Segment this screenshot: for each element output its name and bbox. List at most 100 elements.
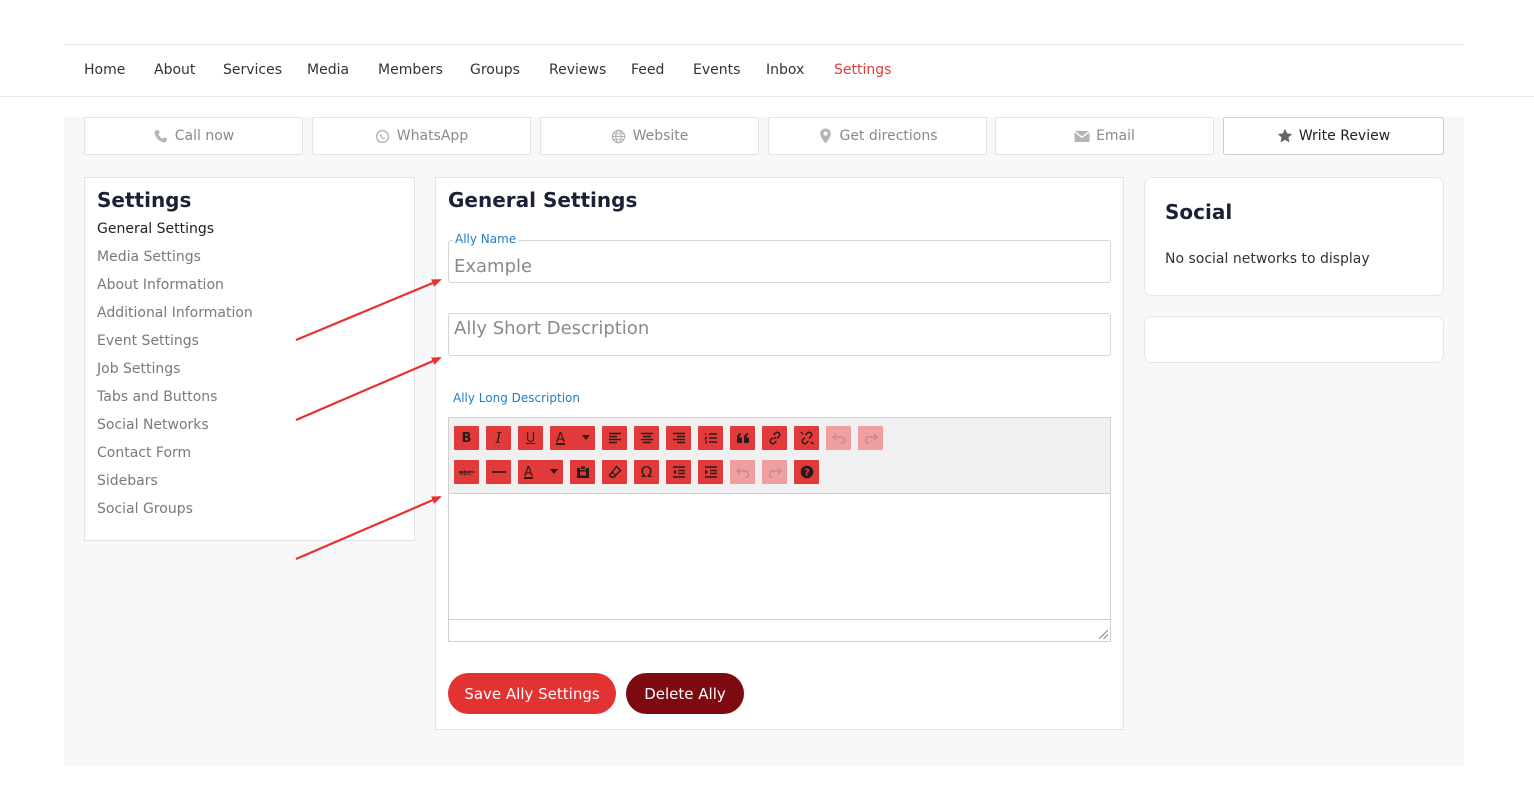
unlink-icon [799, 431, 814, 445]
ally-short-description-input[interactable] [449, 314, 1110, 355]
ally-long-description-label: Ally Long Description [453, 391, 580, 405]
align-center-icon [640, 432, 653, 444]
italic-icon: I [495, 429, 502, 447]
redo-icon [768, 467, 782, 478]
sidebar-item-social-networks[interactable]: Social Networks [97, 417, 209, 433]
insert-link-button[interactable] [762, 426, 787, 450]
globe-icon [611, 128, 627, 144]
text-color-button[interactable]: A [550, 426, 595, 450]
nav-services[interactable]: Services [223, 45, 282, 96]
redo-button-2[interactable] [762, 460, 787, 484]
email-button[interactable]: Email [995, 117, 1214, 155]
general-settings-panel: General Settings Ally Name Ally Long Des… [435, 177, 1124, 730]
chevron-down-icon [550, 469, 558, 474]
star-icon [1277, 128, 1293, 144]
sidebar-item-tabs-and-buttons[interactable]: Tabs and Buttons [97, 389, 217, 405]
blockquote-button[interactable] [730, 426, 755, 450]
align-left-icon [608, 432, 621, 444]
paste-text-button[interactable] [570, 460, 595, 484]
link-icon [769, 431, 780, 445]
align-right-icon [672, 432, 685, 444]
underline-button[interactable]: U [518, 426, 543, 450]
nav-home[interactable]: Home [84, 45, 125, 96]
map-pin-icon [817, 128, 833, 144]
align-left-button[interactable] [602, 426, 627, 450]
ally-name-input[interactable] [449, 241, 1110, 282]
nav-groups[interactable]: Groups [470, 45, 520, 96]
sidebar-item-contact-form[interactable]: Contact Form [97, 445, 191, 461]
remove-link-button[interactable] [794, 426, 819, 450]
italic-button[interactable]: I [486, 426, 511, 450]
sidebar-item-media-settings[interactable]: Media Settings [97, 249, 201, 265]
outdent-button[interactable] [666, 460, 691, 484]
sidebar-item-general-settings[interactable]: General Settings [97, 221, 214, 237]
sidebar-item-additional-information[interactable]: Additional Information [97, 305, 253, 321]
call-now-label: Call now [174, 128, 235, 144]
social-empty-text: No social networks to display [1165, 251, 1370, 267]
get-directions-button[interactable]: Get directions [768, 117, 987, 155]
ally-name-field: Ally Name [448, 232, 1111, 283]
whatsapp-label: WhatsApp [396, 128, 469, 144]
write-review-button[interactable]: Write Review [1223, 117, 1444, 155]
nav-reviews[interactable]: Reviews [549, 45, 606, 96]
save-ally-settings-button[interactable]: Save Ally Settings [448, 673, 616, 714]
nav-settings[interactable]: Settings [834, 45, 892, 97]
background-color-icon: A [524, 464, 533, 480]
horizontal-rule-button[interactable] [486, 460, 511, 484]
background-color-button[interactable]: A [518, 460, 563, 484]
general-settings-title: General Settings [448, 188, 638, 212]
indent-icon [704, 466, 717, 478]
special-character-button[interactable]: Ω [634, 460, 659, 484]
help-icon: ? [800, 465, 813, 479]
numbered-list-icon [703, 433, 717, 444]
nav-feed[interactable]: Feed [631, 45, 664, 96]
indent-button[interactable] [698, 460, 723, 484]
strikethrough-button[interactable]: abc [454, 460, 479, 484]
clipboard-icon [576, 465, 589, 478]
resize-handle-icon[interactable] [1099, 630, 1108, 639]
whatsapp-button[interactable]: WhatsApp [312, 117, 531, 155]
sidebar-title: Settings [97, 188, 192, 212]
editor-statusbar [449, 619, 1110, 641]
sidebar-item-sidebars[interactable]: Sidebars [97, 473, 158, 489]
undo-icon [735, 467, 749, 478]
text-color-icon: A [556, 430, 565, 446]
write-review-label: Write Review [1298, 128, 1391, 144]
sidebar-item-job-settings[interactable]: Job Settings [97, 361, 180, 377]
website-label: Website [632, 128, 689, 144]
clear-formatting-button[interactable] [602, 460, 627, 484]
nav-about[interactable]: About [154, 45, 195, 96]
website-button[interactable]: Website [540, 117, 759, 155]
get-directions-label: Get directions [839, 128, 938, 144]
sidebar-item-about-information[interactable]: About Information [97, 277, 224, 293]
quote-icon [736, 433, 749, 443]
nav-media[interactable]: Media [307, 45, 349, 96]
eraser-icon [608, 465, 621, 478]
delete-ally-button[interactable]: Delete Ally [626, 673, 744, 714]
align-right-button[interactable] [666, 426, 691, 450]
align-center-button[interactable] [634, 426, 659, 450]
redo-button[interactable] [858, 426, 883, 450]
numbered-list-button[interactable] [698, 426, 723, 450]
call-now-button[interactable]: Call now [84, 117, 303, 155]
rich-text-editor: B I U A abc A Ω ? [448, 417, 1111, 642]
sidebar-item-event-settings[interactable]: Event Settings [97, 333, 199, 349]
horizontal-line-icon [491, 471, 506, 473]
undo-icon [831, 433, 845, 444]
bold-button[interactable]: B [454, 426, 479, 450]
nav-inbox[interactable]: Inbox [766, 45, 804, 96]
settings-sidebar: Settings General Settings Media Settings… [84, 177, 415, 541]
top-nav: Home About Services Media Members Groups… [64, 44, 1464, 97]
undo-button-2[interactable] [730, 460, 755, 484]
sidebar-item-social-groups[interactable]: Social Groups [97, 501, 193, 517]
phone-icon [153, 128, 169, 144]
nav-divider [0, 96, 1534, 97]
nav-members[interactable]: Members [378, 45, 443, 96]
empty-sidebar-card [1144, 316, 1444, 363]
undo-button[interactable] [826, 426, 851, 450]
help-button[interactable]: ? [794, 460, 819, 484]
envelope-icon [1074, 128, 1090, 144]
nav-events[interactable]: Events [693, 45, 740, 96]
editor-content-area[interactable] [449, 494, 1110, 620]
omega-icon: Ω [640, 463, 653, 481]
